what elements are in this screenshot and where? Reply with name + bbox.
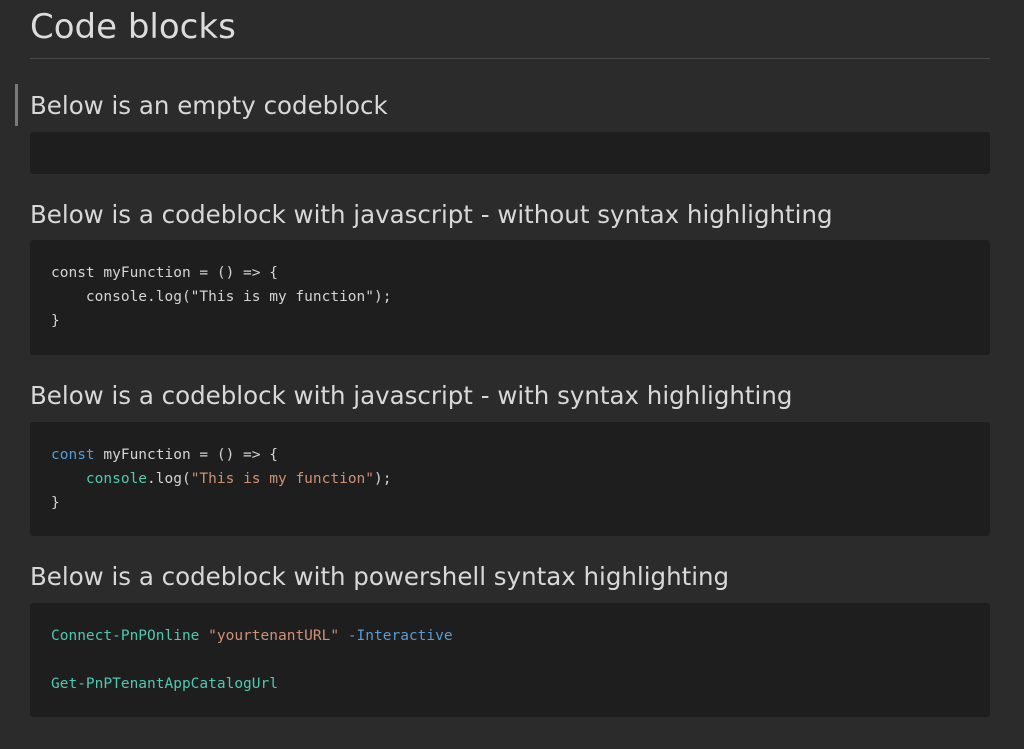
section-heading-empty-codeblock: Below is an empty codeblock [30,91,388,120]
parameter-token: -Interactive [347,628,453,644]
cmdlet-token: Get-PnPTenantAppCatalogUrl [51,676,278,692]
title-divider [30,58,990,59]
keyword-token: const [51,447,95,463]
code-line: Connect-PnPOnline "yourtenantURL" -Inter… [51,624,969,648]
code-line: const myFunction = () => { [51,265,278,281]
code-line: } [51,313,60,329]
cmdlet-token: Connect-PnPOnline [51,628,200,644]
indent-token [51,471,86,487]
plain-token: .log( [147,471,191,487]
code-line: Get-PnPTenantAppCatalogUrl [51,672,969,696]
markdown-preview: Code blocks Below is an empty codeblock … [0,0,1024,749]
string-token: "This is my function" [190,471,375,487]
section-heading-js-plain: Below is a codeblock with javascript - w… [30,200,833,229]
active-line-indicator [15,84,18,126]
plain-token: ); [374,471,392,487]
object-token: console [85,471,148,487]
powershell-codeblock[interactable]: Connect-PnPOnline "yourtenantURL" -Inter… [30,603,990,717]
string-token: "yourtenantURL" [208,628,340,644]
section-heading-powershell: Below is a codeblock with powershell syn… [30,562,730,591]
js-highlighted-codeblock[interactable]: const myFunction = () => { console.log("… [30,422,990,536]
empty-codeblock[interactable] [30,132,990,174]
plain-token: } [51,495,60,511]
code-line: const myFunction = () => { [51,443,969,467]
section-heading-js-highlighted: Below is a codeblock with javascript - w… [30,381,793,410]
code-line: console.log("This is my function"); [51,289,392,305]
code-line: console.log("This is my function"); [51,467,969,491]
plain-token: myFunction = () => { [94,447,278,463]
code-line: } [51,491,969,515]
js-plain-codeblock[interactable]: const myFunction = () => { console.log("… [30,240,990,355]
page-title: Code blocks [30,7,236,47]
